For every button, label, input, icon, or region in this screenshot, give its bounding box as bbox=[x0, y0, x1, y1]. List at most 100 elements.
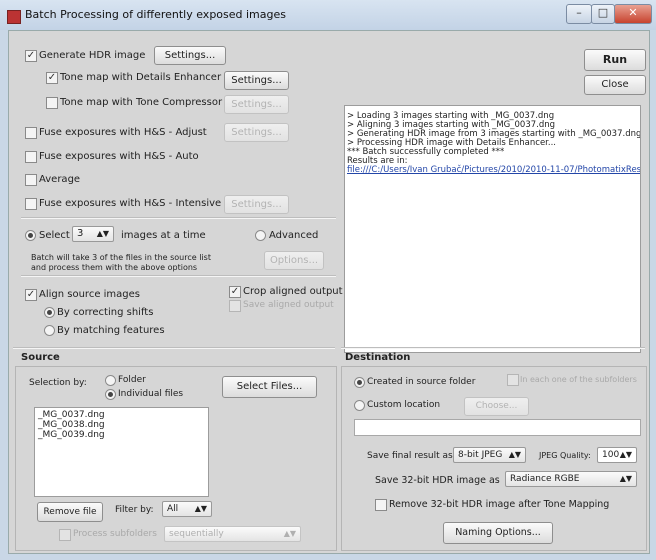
select-radio[interactable] bbox=[25, 230, 36, 241]
average-checkbox[interactable] bbox=[25, 174, 37, 186]
jpeg-quality-label: JPEG Quality: bbox=[539, 451, 591, 460]
folder-label: Folder bbox=[118, 375, 146, 385]
filter-by-label: Filter by: bbox=[115, 505, 154, 515]
crop-aligned-checkbox[interactable]: ✓ bbox=[229, 286, 241, 298]
individual-files-label: Individual files bbox=[118, 389, 184, 399]
each-subfolder-label: In each one of the subfolders bbox=[520, 375, 637, 384]
fuse-adjust-settings-button[interactable]: Settings... bbox=[224, 123, 289, 142]
chevron-down-icon: ▲▼ bbox=[283, 529, 296, 538]
hdr-format-value: Radiance RGBE bbox=[510, 474, 580, 484]
fuse-auto-checkbox[interactable] bbox=[25, 151, 37, 163]
list-item[interactable]: _MG_0038.dng bbox=[38, 420, 205, 430]
average-label: Average bbox=[39, 174, 81, 185]
stepper-arrows-icon: ▲▼ bbox=[96, 229, 109, 238]
maximize-button[interactable]: □ bbox=[591, 4, 615, 24]
tonemap-compressor-label: Tone map with Tone Compressor bbox=[60, 97, 223, 108]
batch-note-line1: Batch will take 3 of the files in the so… bbox=[31, 253, 211, 262]
filter-value: All bbox=[167, 504, 179, 514]
custom-location-label: Custom location bbox=[367, 400, 441, 410]
align-checkbox[interactable]: ✓ bbox=[25, 289, 37, 301]
final-format-value: 8-bit JPEG bbox=[458, 450, 503, 460]
tonemap-details-checkbox[interactable]: ✓ bbox=[46, 72, 58, 84]
crop-aligned-label: Crop aligned output bbox=[243, 286, 343, 297]
run-button[interactable]: Run bbox=[584, 49, 646, 71]
window-title: Batch Processing of differently exposed … bbox=[25, 8, 286, 21]
generate-hdr-checkbox[interactable]: ✓ bbox=[25, 50, 37, 62]
correct-shifts-radio[interactable] bbox=[44, 307, 55, 318]
advanced-label: Advanced bbox=[269, 230, 319, 241]
fuse-adjust-label: Fuse exposures with H&S - Adjust bbox=[39, 127, 207, 138]
dialog-body: ✓ Generate HDR image Settings... ✓ Tone … bbox=[8, 30, 650, 554]
list-item[interactable]: _MG_0037.dng bbox=[38, 410, 205, 420]
options-button[interactable]: Options... bbox=[264, 251, 324, 270]
match-features-radio[interactable] bbox=[44, 325, 55, 336]
file-list[interactable]: _MG_0037.dng _MG_0038.dng _MG_0039.dng bbox=[34, 407, 209, 497]
hdr-format-select[interactable]: Radiance RGBE ▲▼ bbox=[505, 471, 637, 487]
advanced-radio[interactable] bbox=[255, 230, 266, 241]
stepper-arrows-icon: ▲▼ bbox=[619, 450, 632, 459]
remove-32bit-checkbox[interactable] bbox=[375, 499, 387, 511]
separator bbox=[21, 217, 336, 219]
compressor-settings-button[interactable]: Settings... bbox=[224, 95, 289, 114]
align-label: Align source images bbox=[39, 289, 141, 300]
source-header: Source bbox=[21, 352, 60, 363]
batch-window: Batch Processing of differently exposed … bbox=[0, 0, 656, 560]
image-count-value: 3 bbox=[77, 228, 84, 239]
remove-32bit-label: Remove 32-bit HDR image after Tone Mappi… bbox=[389, 499, 610, 510]
save-final-label: Save final result as bbox=[367, 451, 453, 461]
separator bbox=[341, 347, 645, 349]
log-output[interactable]: > Loading 3 images starting with _MG_003… bbox=[344, 105, 641, 353]
naming-options-button[interactable]: Naming Options... bbox=[443, 522, 553, 544]
chevron-down-icon: ▲▼ bbox=[194, 504, 207, 513]
results-link[interactable]: file:///C:/Users/Ivan Grubač/Pictures/20… bbox=[347, 166, 640, 175]
individual-files-radio[interactable] bbox=[105, 389, 116, 400]
custom-location-radio[interactable] bbox=[354, 400, 365, 411]
separator bbox=[21, 275, 336, 277]
process-subfolders-checkbox[interactable] bbox=[59, 529, 71, 541]
hdr-settings-button[interactable]: Settings... bbox=[154, 46, 226, 65]
generate-hdr-label: Generate HDR image bbox=[39, 50, 146, 61]
fuse-adjust-checkbox[interactable] bbox=[25, 127, 37, 139]
choose-location-button[interactable]: Choose... bbox=[464, 397, 529, 416]
fuse-intensive-label: Fuse exposures with H&S - Intensive bbox=[39, 198, 222, 209]
folder-radio[interactable] bbox=[105, 375, 116, 386]
tonemap-compressor-checkbox[interactable] bbox=[46, 97, 58, 109]
close-button[interactable]: Close bbox=[584, 75, 646, 95]
chevron-down-icon: ▲▼ bbox=[508, 450, 521, 459]
each-subfolder-checkbox[interactable] bbox=[507, 374, 519, 386]
created-in-source-radio[interactable] bbox=[354, 377, 365, 388]
jpeg-quality-value: 100 bbox=[602, 450, 620, 460]
batch-note-line2: and process them with the above options bbox=[31, 263, 198, 272]
app-icon bbox=[7, 10, 21, 24]
remove-file-button[interactable]: Remove file bbox=[37, 502, 103, 522]
list-item[interactable]: _MG_0039.dng bbox=[38, 430, 205, 440]
subfolder-mode-select[interactable]: sequentially ▲▼ bbox=[164, 526, 301, 542]
custom-location-path[interactable] bbox=[354, 419, 641, 436]
minimize-button[interactable]: – bbox=[566, 4, 592, 24]
fuse-intensive-settings-button[interactable]: Settings... bbox=[224, 195, 289, 214]
chevron-down-icon: ▲▼ bbox=[619, 474, 632, 483]
save-aligned-checkbox[interactable] bbox=[229, 300, 241, 312]
filter-select[interactable]: All ▲▼ bbox=[162, 501, 212, 517]
fuse-auto-label: Fuse exposures with H&S - Auto bbox=[39, 151, 199, 162]
jpeg-quality-stepper[interactable]: 100 ▲▼ bbox=[597, 447, 637, 463]
images-at-a-time-label: images at a time bbox=[121, 230, 206, 241]
save-aligned-label: Save aligned output bbox=[243, 300, 334, 310]
select-label: Select bbox=[39, 230, 70, 241]
image-count-stepper[interactable]: 3 ▲▼ bbox=[72, 226, 114, 242]
fuse-intensive-checkbox[interactable] bbox=[25, 198, 37, 210]
subfolder-mode-value: sequentially bbox=[169, 529, 224, 539]
tonemap-details-label: Tone map with Details Enhancer bbox=[60, 72, 222, 83]
process-subfolders-label: Process subfolders bbox=[73, 529, 157, 539]
selection-by-label: Selection by: bbox=[29, 378, 87, 388]
save-32bit-label: Save 32-bit HDR image as bbox=[375, 475, 500, 486]
final-format-select[interactable]: 8-bit JPEG ▲▼ bbox=[453, 447, 526, 463]
select-files-button[interactable]: Select Files... bbox=[222, 376, 317, 398]
separator bbox=[13, 347, 335, 349]
close-window-button[interactable]: ✕ bbox=[614, 4, 652, 24]
created-in-source-label: Created in source folder bbox=[367, 377, 476, 387]
match-features-label: By matching features bbox=[57, 325, 165, 336]
details-settings-button[interactable]: Settings... bbox=[224, 71, 289, 90]
title-bar[interactable]: Batch Processing of differently exposed … bbox=[0, 0, 656, 30]
correct-shifts-label: By correcting shifts bbox=[57, 307, 154, 318]
